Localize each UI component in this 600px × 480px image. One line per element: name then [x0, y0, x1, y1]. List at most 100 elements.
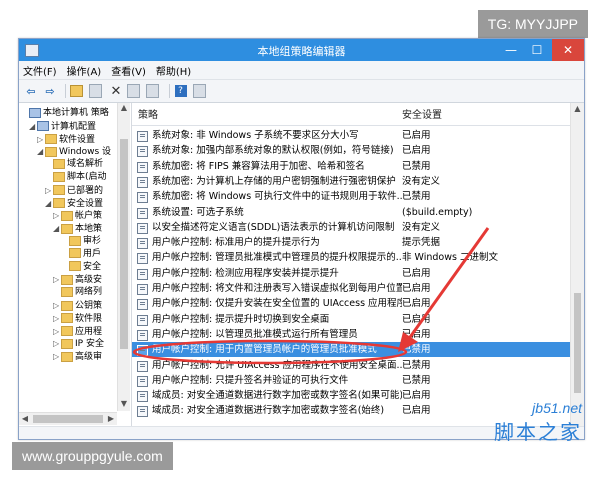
watermark-site: jb51.net [532, 400, 582, 416]
scroll-up-icon[interactable]: ▲ [571, 103, 584, 115]
up-folder-icon[interactable] [70, 85, 83, 97]
table-row[interactable]: 用户帐户控制: 以管理员批准模式运行所有管理员 已启用 [132, 327, 570, 342]
expand-arrow-icon[interactable]: ▷ [53, 312, 61, 325]
toolbar: ⇦ ⇨ ✕ ? [19, 80, 584, 103]
expand-arrow-icon[interactable]: ◢ [29, 120, 37, 133]
tree-item[interactable]: ▷ IP 安全 [53, 337, 104, 350]
scroll-up-icon[interactable]: ▲ [118, 103, 130, 115]
list-vertical-scrollbar[interactable]: ▲ ▼ [570, 103, 584, 439]
delete-icon[interactable]: ✕ [108, 83, 124, 99]
policy-setting: 已启用 [402, 328, 431, 340]
expand-arrow-icon[interactable]: ▷ [45, 184, 53, 197]
properties-icon[interactable] [127, 84, 140, 98]
expand-arrow-icon[interactable]: ◢ [53, 222, 61, 235]
policy-name: 系统加密: 为计算机上存储的用户密钥强制进行强密钥保护 [152, 175, 396, 187]
policy-setting: 没有定义 [402, 175, 441, 187]
menu-view[interactable]: 查看(V) [111, 63, 146, 78]
minimize-button[interactable]: — [498, 39, 524, 61]
content-area: 本地计算机 策略 ◢ 计算机配置 ▷ 软件设置 ◢ Windows 设域名解析 脚本(启动 ▷ 已… [19, 103, 584, 439]
table-row[interactable]: 以安全描述符定义语言(SDDL)语法表示的计算机访问限制 没有定义 [132, 220, 570, 235]
tree-item[interactable]: ▷ 软件设置 [37, 133, 95, 146]
table-row[interactable]: 系统加密: 为计算机上存储的用户密钥强制进行强密钥保护 没有定义 [132, 174, 570, 189]
tree-item[interactable]: ▷ 高级安 [53, 273, 102, 286]
menu-help[interactable]: 帮助(H) [156, 63, 191, 78]
expand-arrow-icon[interactable]: ◢ [37, 145, 45, 158]
tree-item[interactable]: ▷ 公钥策 [53, 299, 102, 312]
scroll-thumb[interactable] [33, 415, 103, 423]
close-button[interactable]: ✕ [552, 39, 584, 61]
scroll-thumb[interactable] [120, 139, 128, 349]
watermark-brand: 脚本之家 [494, 420, 582, 444]
table-row[interactable]: 用户帐户控制: 仅提升安装在安全位置的 UIAccess 应用程序 已启用 [132, 296, 570, 311]
tree-item[interactable]: ◢ 本地策 [53, 222, 102, 235]
tree-item[interactable]: 审杉 [61, 235, 101, 248]
expand-arrow-icon[interactable]: ▷ [53, 325, 61, 338]
tree-item[interactable]: 域名解析 [45, 158, 103, 171]
tree-item[interactable]: ▷ 高级审 [53, 350, 102, 363]
forward-arrow-icon[interactable]: ⇨ [42, 83, 58, 99]
column-header-policy[interactable]: 策略 [138, 107, 158, 125]
table-row[interactable]: 系统加密: 将 Windows 可执行文件中的证书规则用于软件... 已禁用 [132, 189, 570, 204]
table-row[interactable]: 用户帐户控制: 提示提升时切换到安全桌面 已启用 [132, 312, 570, 327]
policy-name: 用户帐户控制: 提示提升时切换到安全桌面 [152, 313, 330, 325]
scroll-down-icon[interactable]: ▼ [118, 399, 130, 411]
policy-icon [137, 238, 148, 250]
table-row[interactable]: 用户帐户控制: 将文件和注册表写入错误虚拟化到每用户位置 已启用 [132, 281, 570, 296]
maximize-button[interactable]: ☐ [524, 39, 550, 61]
folder-icon [61, 210, 73, 221]
tree-item[interactable]: 脚本(启动 [45, 171, 107, 184]
tree-item[interactable]: 网络列 [53, 286, 102, 299]
table-row[interactable]: 用户帐户控制: 允许 UIAccess 应用程序在不使用安全桌面... 已禁用 [132, 358, 570, 373]
table-row[interactable]: 用户帐户控制: 用于内置管理员帐户的管理员批准模式 已禁用 [132, 342, 570, 358]
tree-item[interactable]: ▷ 已部署的 [45, 184, 103, 197]
tree-item[interactable]: ◢ 安全设置 [45, 197, 103, 210]
tree-item[interactable]: ▷ 帐户策 [53, 209, 102, 222]
expand-arrow-icon[interactable]: ◢ [45, 197, 53, 210]
tree-vertical-scrollbar[interactable]: ▲ ▼ [117, 103, 130, 411]
menu-action[interactable]: 操作(A) [67, 63, 102, 78]
expand-arrow-icon[interactable]: ▷ [37, 133, 45, 146]
scroll-right-icon[interactable]: ▶ [105, 413, 117, 425]
filter-icon[interactable] [193, 84, 206, 98]
show-hide-tree-icon[interactable] [89, 84, 102, 98]
table-row[interactable]: 用户帐户控制: 只提升签名并验证的可执行文件 已禁用 [132, 373, 570, 388]
tree-item[interactable]: ◢ Windows 设 [37, 145, 111, 158]
tree-item[interactable]: 安全 [61, 261, 101, 274]
tree-item[interactable]: 用戶 [61, 248, 101, 261]
tree-item-label: 公钥策 [75, 301, 103, 311]
column-header-setting[interactable]: 安全设置 [402, 107, 442, 125]
policy-setting: 已禁用 [402, 374, 431, 386]
expand-arrow-icon[interactable]: ▷ [53, 337, 61, 350]
table-row[interactable]: 系统设置: 可选子系统 ($build.empty) [132, 205, 570, 220]
table-row[interactable]: 用户帐户控制: 管理员批准模式中管理员的提升权限提示的... 非 Windows … [132, 250, 570, 265]
policy-name: 域成员: 对安全通道数据进行数字加密或数字签名(如果可能) [152, 390, 402, 402]
help-icon[interactable]: ? [174, 85, 187, 97]
tree-horizontal-scrollbar[interactable]: ◀ ▶ [19, 412, 117, 425]
policy-list-pane: 策略 安全设置 系统对象: 非 Windows 子系统不要求区分大小写 已启用 系统… [132, 103, 584, 439]
top-right-tag: TG: MYYJJPP [477, 10, 588, 38]
table-row[interactable]: 系统对象: 加强内部系统对象的默认权限(例如，符号链接) 已启用 [132, 143, 570, 158]
policy-setting: 已禁用 [402, 160, 431, 172]
table-row[interactable]: 系统对象: 非 Windows 子系统不要求区分大小写 已启用 [132, 128, 570, 143]
expand-arrow-icon[interactable]: ▷ [53, 209, 61, 222]
folder-icon [61, 338, 73, 349]
table-row[interactable]: 用户帐户控制: 检测应用程序安装并提示提升 已启用 [132, 266, 570, 281]
scroll-thumb[interactable] [574, 293, 581, 393]
export-list-icon[interactable] [146, 84, 159, 98]
tree-item[interactable]: ▷ 软件限 [53, 312, 102, 325]
table-row[interactable]: 系统加密: 将 FIPS 兼容算法用于加密、哈希和签名 已禁用 [132, 159, 570, 174]
policy-icon [137, 268, 148, 280]
policy-setting: 已启用 [402, 313, 431, 325]
back-arrow-icon[interactable]: ⇦ [23, 83, 39, 99]
menu-file[interactable]: 文件(F) [23, 63, 57, 78]
table-row[interactable]: 用户帐户控制: 标准用户的提升提示行为 提示凭据 [132, 235, 570, 250]
expand-arrow-icon[interactable]: ▷ [53, 273, 61, 286]
policy-name: 用户帐户控制: 标准用户的提升提示行为 [152, 237, 320, 249]
tree-item[interactable]: 本地计算机 策略 [21, 107, 109, 120]
title-bar[interactable]: 本地组策略编辑器 — ☐ ✕ [19, 39, 584, 61]
tree-item[interactable]: ◢ 计算机配置 [29, 120, 96, 133]
expand-arrow-icon[interactable]: ▷ [53, 299, 61, 312]
scroll-left-icon[interactable]: ◀ [19, 413, 31, 425]
expand-arrow-icon[interactable]: ▷ [53, 350, 61, 363]
tree-item[interactable]: ▷ 应用程 [53, 325, 102, 338]
